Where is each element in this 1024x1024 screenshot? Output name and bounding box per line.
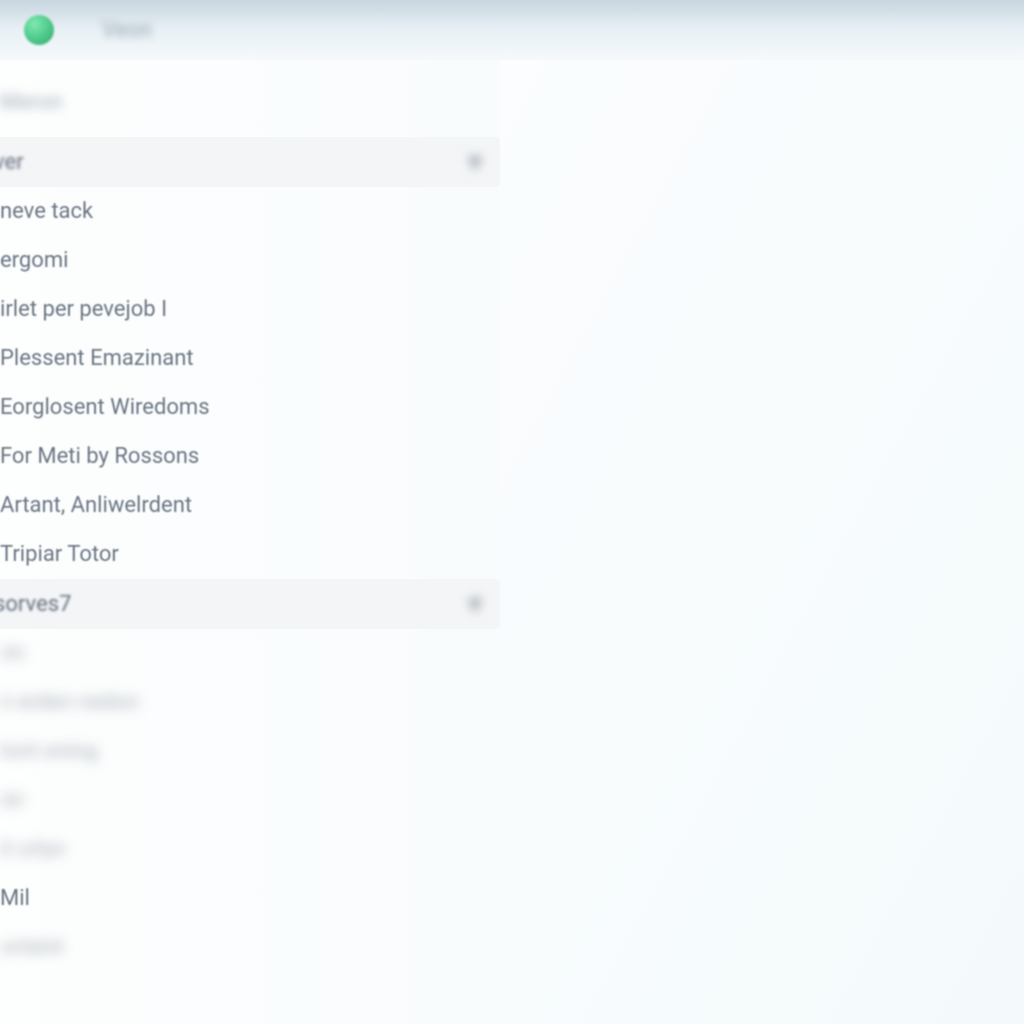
topbar: Veon <box>0 0 1024 60</box>
list-item[interactable]: Mil <box>0 874 500 923</box>
sidebar: Meron ver ▾ neve tack ergomi irlet per p… <box>0 60 500 1024</box>
list-item-label: tont ening <box>0 739 98 764</box>
list-item-label: Eorglosent Wiredoms <box>0 395 210 420</box>
list-item-label: Plessent Emazinant <box>0 346 194 371</box>
list-item-label: irlet per pevejob I <box>0 297 167 322</box>
list-item-label: n erden nedon <box>0 690 139 715</box>
chevron-down-icon: ▾ <box>468 590 482 618</box>
list-item-label: Mil <box>0 886 30 911</box>
list-item-label: Artant, Anliwelrdent <box>0 493 192 518</box>
list-item[interactable]: irlet per pevejob I <box>0 285 500 334</box>
chevron-down-icon: ▾ <box>468 148 482 176</box>
list-b: rin n erden nedon tont ening nir it orly… <box>0 629 500 972</box>
list-item-label: For Meti by Rossons <box>0 444 199 469</box>
list-item[interactable]: tont ening <box>0 727 500 776</box>
list-item[interactable]: Tripiar Totor <box>0 530 500 579</box>
list-item[interactable]: neve tack <box>0 187 500 236</box>
list-a: neve tack ergomi irlet per pevejob I Ple… <box>0 187 500 579</box>
main-layout: Meron ver ▾ neve tack ergomi irlet per p… <box>0 60 1024 1024</box>
list-item[interactable]: orteint <box>0 923 500 972</box>
list-item-label: Tripiar Totor <box>0 542 119 567</box>
content-area <box>500 60 1024 1024</box>
list-item[interactable]: nir <box>0 776 500 825</box>
list-item-label: ergomi <box>0 248 68 273</box>
group-header-b-label: sorves7 <box>0 592 71 617</box>
list-item[interactable]: Eorglosent Wiredoms <box>0 383 500 432</box>
group-header-a[interactable]: ver ▾ <box>0 137 500 187</box>
list-item[interactable]: rin <box>0 629 500 678</box>
sidebar-section-title: Meron <box>0 90 500 115</box>
list-item-label: orteint <box>0 935 64 960</box>
list-item[interactable]: it orlyn <box>0 825 500 874</box>
list-item[interactable]: Plessent Emazinant <box>0 334 500 383</box>
list-item-label: it orlyn <box>0 837 66 862</box>
list-item[interactable]: ergomi <box>0 236 500 285</box>
list-item[interactable]: Artant, Anliwelrdent <box>0 481 500 530</box>
app-badge-icon[interactable] <box>24 15 54 45</box>
group-header-b[interactable]: sorves7 ▾ <box>0 579 500 629</box>
list-item-label: nir <box>0 788 25 813</box>
list-item-label: rin <box>0 641 25 666</box>
list-item[interactable]: For Meti by Rossons <box>0 432 500 481</box>
group-header-a-label: ver <box>0 150 24 175</box>
list-item[interactable]: n erden nedon <box>0 678 500 727</box>
list-item-label: neve tack <box>0 199 93 224</box>
topbar-title: Veon <box>102 18 152 43</box>
